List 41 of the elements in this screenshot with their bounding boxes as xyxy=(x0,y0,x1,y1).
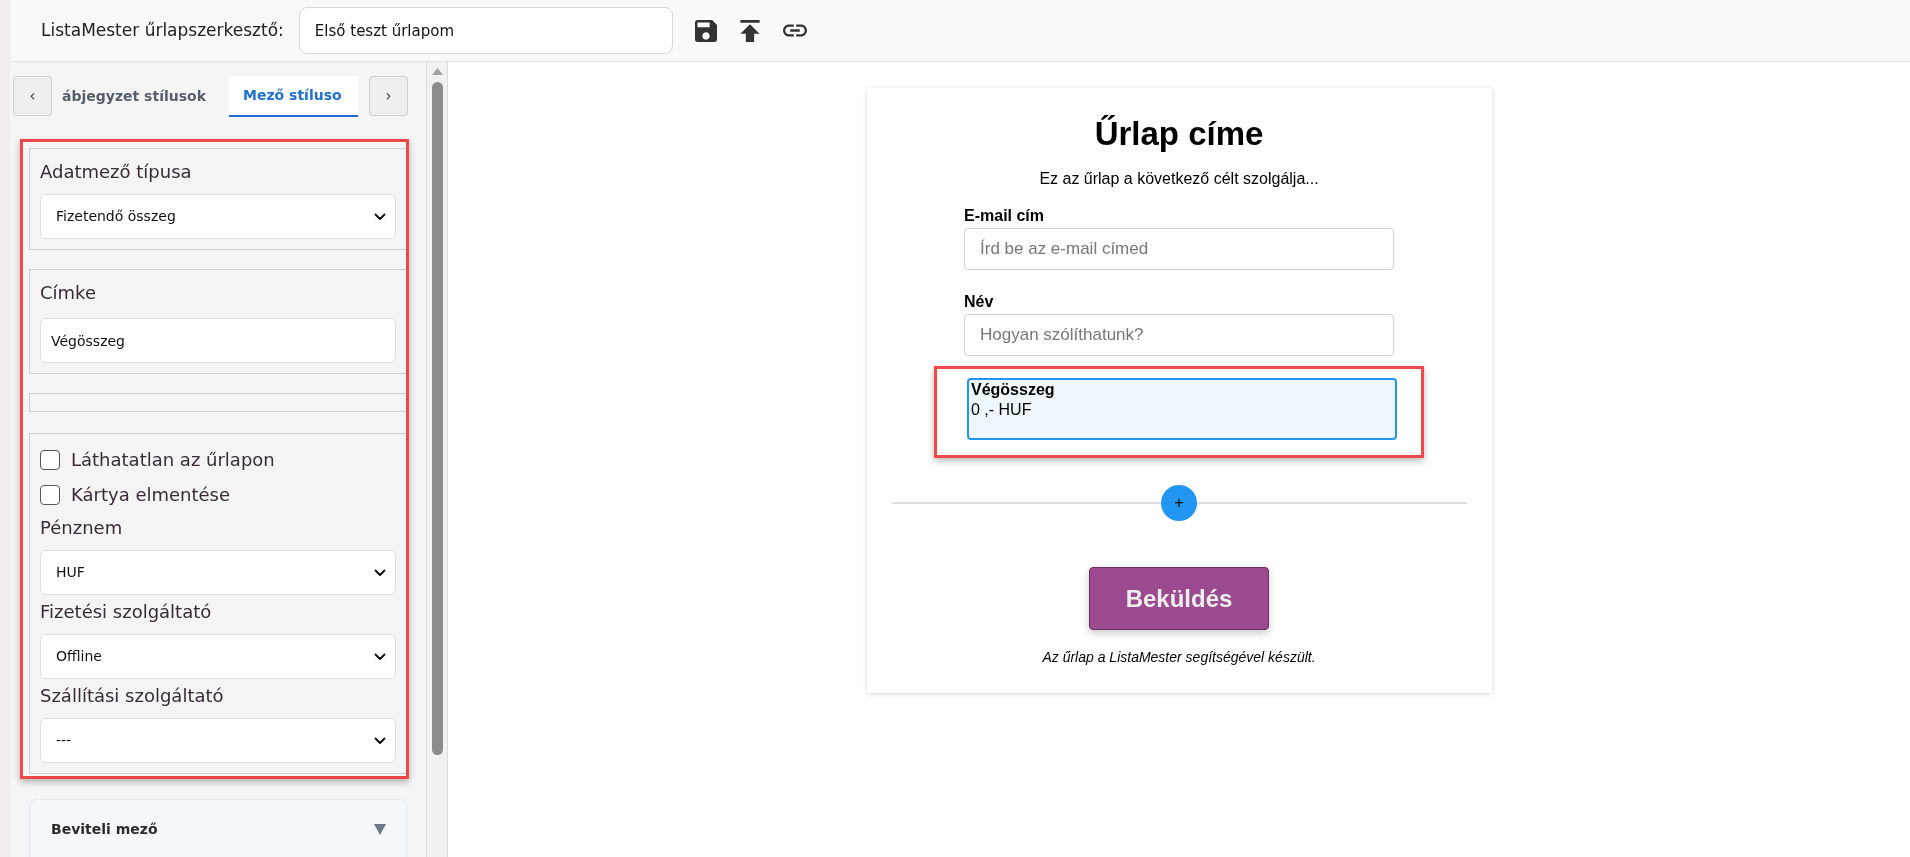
form-title: Űrlap címe xyxy=(1093,114,1265,154)
tab-scroll-right-button[interactable]: › xyxy=(369,76,408,116)
field-label: E-mail cím xyxy=(964,206,1046,225)
style-tab[interactable]: ábjegyzet stílusok xyxy=(52,76,229,117)
checkbox[interactable] xyxy=(40,484,60,505)
tab-scroll-left-button[interactable]: ‹ xyxy=(13,76,52,116)
payment-field[interactable]: Végösszeg 0 ,- HUF xyxy=(967,378,1397,440)
upload-icon[interactable] xyxy=(738,19,761,42)
email-input[interactable]: Írd be az e-mail címed xyxy=(964,228,1394,270)
add-field-button[interactable]: + xyxy=(1161,485,1197,521)
field-label: Pénznem xyxy=(40,516,124,540)
dropdown[interactable]: Offline xyxy=(40,634,396,679)
dropdown[interactable]: HUF xyxy=(40,550,396,595)
accordion-header[interactable]: Beviteli mező xyxy=(29,799,407,857)
amount-value: 0 ,- HUF xyxy=(971,400,1033,420)
field-label: Név xyxy=(964,292,995,311)
form-name-input[interactable]: Első teszt űrlapom xyxy=(298,7,673,54)
save-icon[interactable] xyxy=(694,19,717,42)
field-label: Címke xyxy=(40,281,97,305)
form-footer: Az űrlap a ListaMester segítségével készült. xyxy=(891,649,1467,666)
field-label: Végösszeg xyxy=(971,380,1056,399)
submit-button[interactable]: Beküldés xyxy=(1089,567,1269,630)
text-input[interactable]: Hogyan szólíthatunk? xyxy=(964,314,1394,356)
chevron-down-icon xyxy=(374,568,386,577)
dropdown[interactable]: --- xyxy=(40,718,396,763)
chevron-down-icon xyxy=(374,212,386,221)
checkbox-label: Láthatatlan az űrlapon xyxy=(71,447,275,472)
text-input[interactable]: Végösszeg xyxy=(40,318,396,363)
form-description: Ez az űrlap a következő célt szolgálja... xyxy=(1038,169,1320,188)
dropdown[interactable]: Fizetendő összeg xyxy=(40,194,396,239)
checkbox[interactable] xyxy=(40,449,60,470)
field-label: Fizetési szolgáltató xyxy=(40,600,213,624)
chevron-down-icon xyxy=(374,736,386,745)
scrollbar-thumb[interactable] xyxy=(431,82,443,755)
chevron-down-icon xyxy=(374,652,386,661)
style-tab[interactable]: Mező stíluso xyxy=(229,76,358,117)
app-title: ListaMester űrlapszerkesztő: xyxy=(41,18,284,42)
checkbox-label: Kártya elmentése xyxy=(71,482,231,507)
link-icon[interactable] xyxy=(782,24,807,37)
field-label: Szállítási szolgáltató xyxy=(40,684,225,708)
field-label: Adatmező típusa xyxy=(40,160,193,184)
